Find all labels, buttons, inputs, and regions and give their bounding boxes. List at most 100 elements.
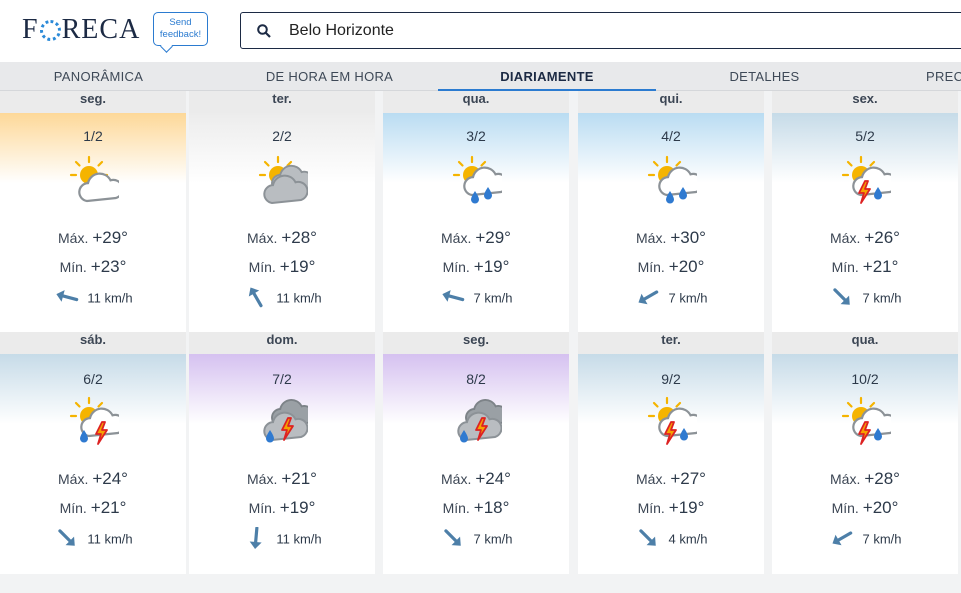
- min-temp: +20°: [668, 257, 705, 276]
- min-temp-row: Mín. +19°: [383, 257, 569, 277]
- tab-panoramica[interactable]: PANORÂMICA: [0, 62, 197, 91]
- date-label: 10/2: [851, 371, 879, 387]
- wind-arrow-icon: [444, 529, 462, 546]
- min-temp: +20°: [862, 498, 899, 517]
- max-temp-row: Máx. +24°: [0, 469, 186, 489]
- max-temp: +27°: [670, 469, 706, 488]
- min-label: Mín.: [831, 259, 859, 275]
- date-label: 8/2: [466, 371, 486, 387]
- max-temp: +29°: [92, 228, 128, 247]
- day-name: ter.: [189, 91, 375, 113]
- wind-speed: 7 km/h: [668, 290, 708, 306]
- wind-speed: 7 km/h: [862, 531, 902, 547]
- min-temp-row: Mín. +20°: [772, 498, 958, 518]
- showers-icon: [647, 155, 697, 204]
- date-label: 2/2: [272, 128, 292, 144]
- day-card[interactable]: sáb. 6/2 Máx. +24° Mín. +21° 11 km/h: [0, 332, 186, 574]
- max-temp: +28°: [864, 469, 900, 488]
- max-label: Máx.: [247, 471, 278, 487]
- showers-icon: [452, 155, 502, 204]
- wind-row: 7 km/h: [772, 529, 958, 551]
- wind-row: 4 km/h: [578, 529, 764, 551]
- wind-row: 11 km/h: [189, 287, 375, 310]
- logo-letter: R: [61, 14, 82, 45]
- day-card[interactable]: sex. 5/2 Máx. +26° Mín. +21° 7 km/h: [772, 91, 958, 333]
- date-label: 5/2: [855, 128, 875, 144]
- foreca-logo[interactable]: FRECA: [22, 14, 140, 46]
- day-name: ter.: [578, 332, 764, 354]
- day-card[interactable]: qua. 10/2 Máx. +28° Mín. +20° 7 km/h: [772, 332, 958, 574]
- location-search[interactable]: [240, 12, 961, 49]
- date-label: 4/2: [661, 128, 681, 144]
- wind-row: 11 km/h: [189, 527, 375, 551]
- wind-speed: 11 km/h: [276, 531, 322, 547]
- max-temp-row: Máx. +28°: [189, 228, 375, 248]
- day-card[interactable]: qui. 4/2 Máx. +30° Mín. +20° 7 km/h: [578, 91, 764, 333]
- max-temp-row: Máx. +29°: [383, 228, 569, 248]
- wind-row: 11 km/h: [0, 529, 186, 551]
- wind-arrow-icon: [832, 531, 853, 546]
- min-temp: +23°: [90, 257, 127, 276]
- min-temp: +19°: [279, 498, 316, 517]
- day-name: qua.: [383, 91, 569, 113]
- max-label: Máx.: [58, 230, 89, 246]
- max-temp: +28°: [281, 228, 317, 247]
- wind-arrow-icon: [249, 287, 263, 308]
- max-temp: +24°: [475, 469, 511, 488]
- wind-arrow-icon: [833, 288, 851, 305]
- day-name: qua.: [772, 332, 958, 354]
- min-label: Mín.: [637, 500, 665, 516]
- min-label: Mín.: [442, 500, 470, 516]
- max-temp-row: Máx. +24°: [383, 469, 569, 489]
- logo-letter: E: [81, 14, 100, 45]
- day-name: seg.: [0, 91, 186, 113]
- heavy-thunderstorm-icon: [263, 399, 308, 443]
- day-name: sáb.: [0, 332, 186, 354]
- day-card[interactable]: seg. 1/2 Máx. +29° Mín. +23° 11 km/h: [0, 91, 186, 333]
- min-temp: +18°: [473, 498, 510, 517]
- max-label: Máx.: [58, 471, 89, 487]
- min-temp-row: Mín. +23°: [0, 257, 186, 277]
- max-temp-row: Máx. +26°: [772, 228, 958, 248]
- wind-speed: 7 km/h: [473, 531, 513, 547]
- max-label: Máx.: [441, 471, 472, 487]
- day-card[interactable]: ter. 2/2 Máx. +28° Mín. +19° 11 km/h: [189, 91, 375, 333]
- mostly-cloudy-icon: [258, 155, 308, 204]
- day-name: dom.: [189, 332, 375, 354]
- min-label: Mín.: [442, 259, 470, 275]
- thunderstorm-icon: [647, 396, 697, 445]
- wind-speed: 7 km/h: [862, 290, 902, 306]
- send-feedback-button[interactable]: Send feedback!: [153, 12, 208, 46]
- forecast-tabs: PANORÂMICA DE HORA EM HORA DIARIAMENTE D…: [0, 62, 961, 91]
- tab-daily[interactable]: DIARIAMENTE: [438, 62, 656, 91]
- tab-details[interactable]: DETALHES: [666, 62, 863, 91]
- max-temp-row: Máx. +27°: [578, 469, 764, 489]
- min-temp-row: Mín. +18°: [383, 498, 569, 518]
- min-label: Mín.: [637, 259, 665, 275]
- day-card[interactable]: dom. 7/2 Máx. +21° Mín. +19° 11 km/h: [189, 332, 375, 574]
- day-card[interactable]: seg. 8/2 Máx. +24° Mín. +18° 7 km/h: [383, 332, 569, 574]
- thunder-showers-icon: [69, 396, 119, 445]
- date-label: 9/2: [661, 371, 681, 387]
- max-label: Máx.: [830, 471, 861, 487]
- max-temp: +21°: [281, 469, 317, 488]
- date-label: 1/2: [83, 128, 103, 144]
- min-label: Mín.: [248, 259, 276, 275]
- max-temp-row: Máx. +29°: [0, 228, 186, 248]
- day-card[interactable]: qua. 3/2 Máx. +29° Mín. +19° 7 km/h: [383, 91, 569, 333]
- wind-speed: 11 km/h: [87, 531, 133, 547]
- search-icon: [257, 24, 271, 38]
- wind-arrow-icon: [442, 290, 465, 302]
- logo-sun-icon: [39, 19, 61, 41]
- heavy-thunderstorm-icon: [457, 399, 502, 443]
- tab-precipitation[interactable]: PREC: [926, 62, 961, 91]
- wind-row: 7 km/h: [383, 288, 569, 310]
- search-input[interactable]: [289, 19, 889, 43]
- min-label: Mín.: [59, 500, 87, 516]
- day-card[interactable]: ter. 9/2 Máx. +27° Mín. +19° 4 km/h: [578, 332, 764, 574]
- wind-arrow-icon: [58, 529, 76, 546]
- max-label: Máx.: [441, 230, 472, 246]
- tab-hourly[interactable]: DE HORA EM HORA: [231, 62, 428, 91]
- min-temp: +21°: [90, 498, 127, 517]
- max-label: Máx.: [247, 230, 278, 246]
